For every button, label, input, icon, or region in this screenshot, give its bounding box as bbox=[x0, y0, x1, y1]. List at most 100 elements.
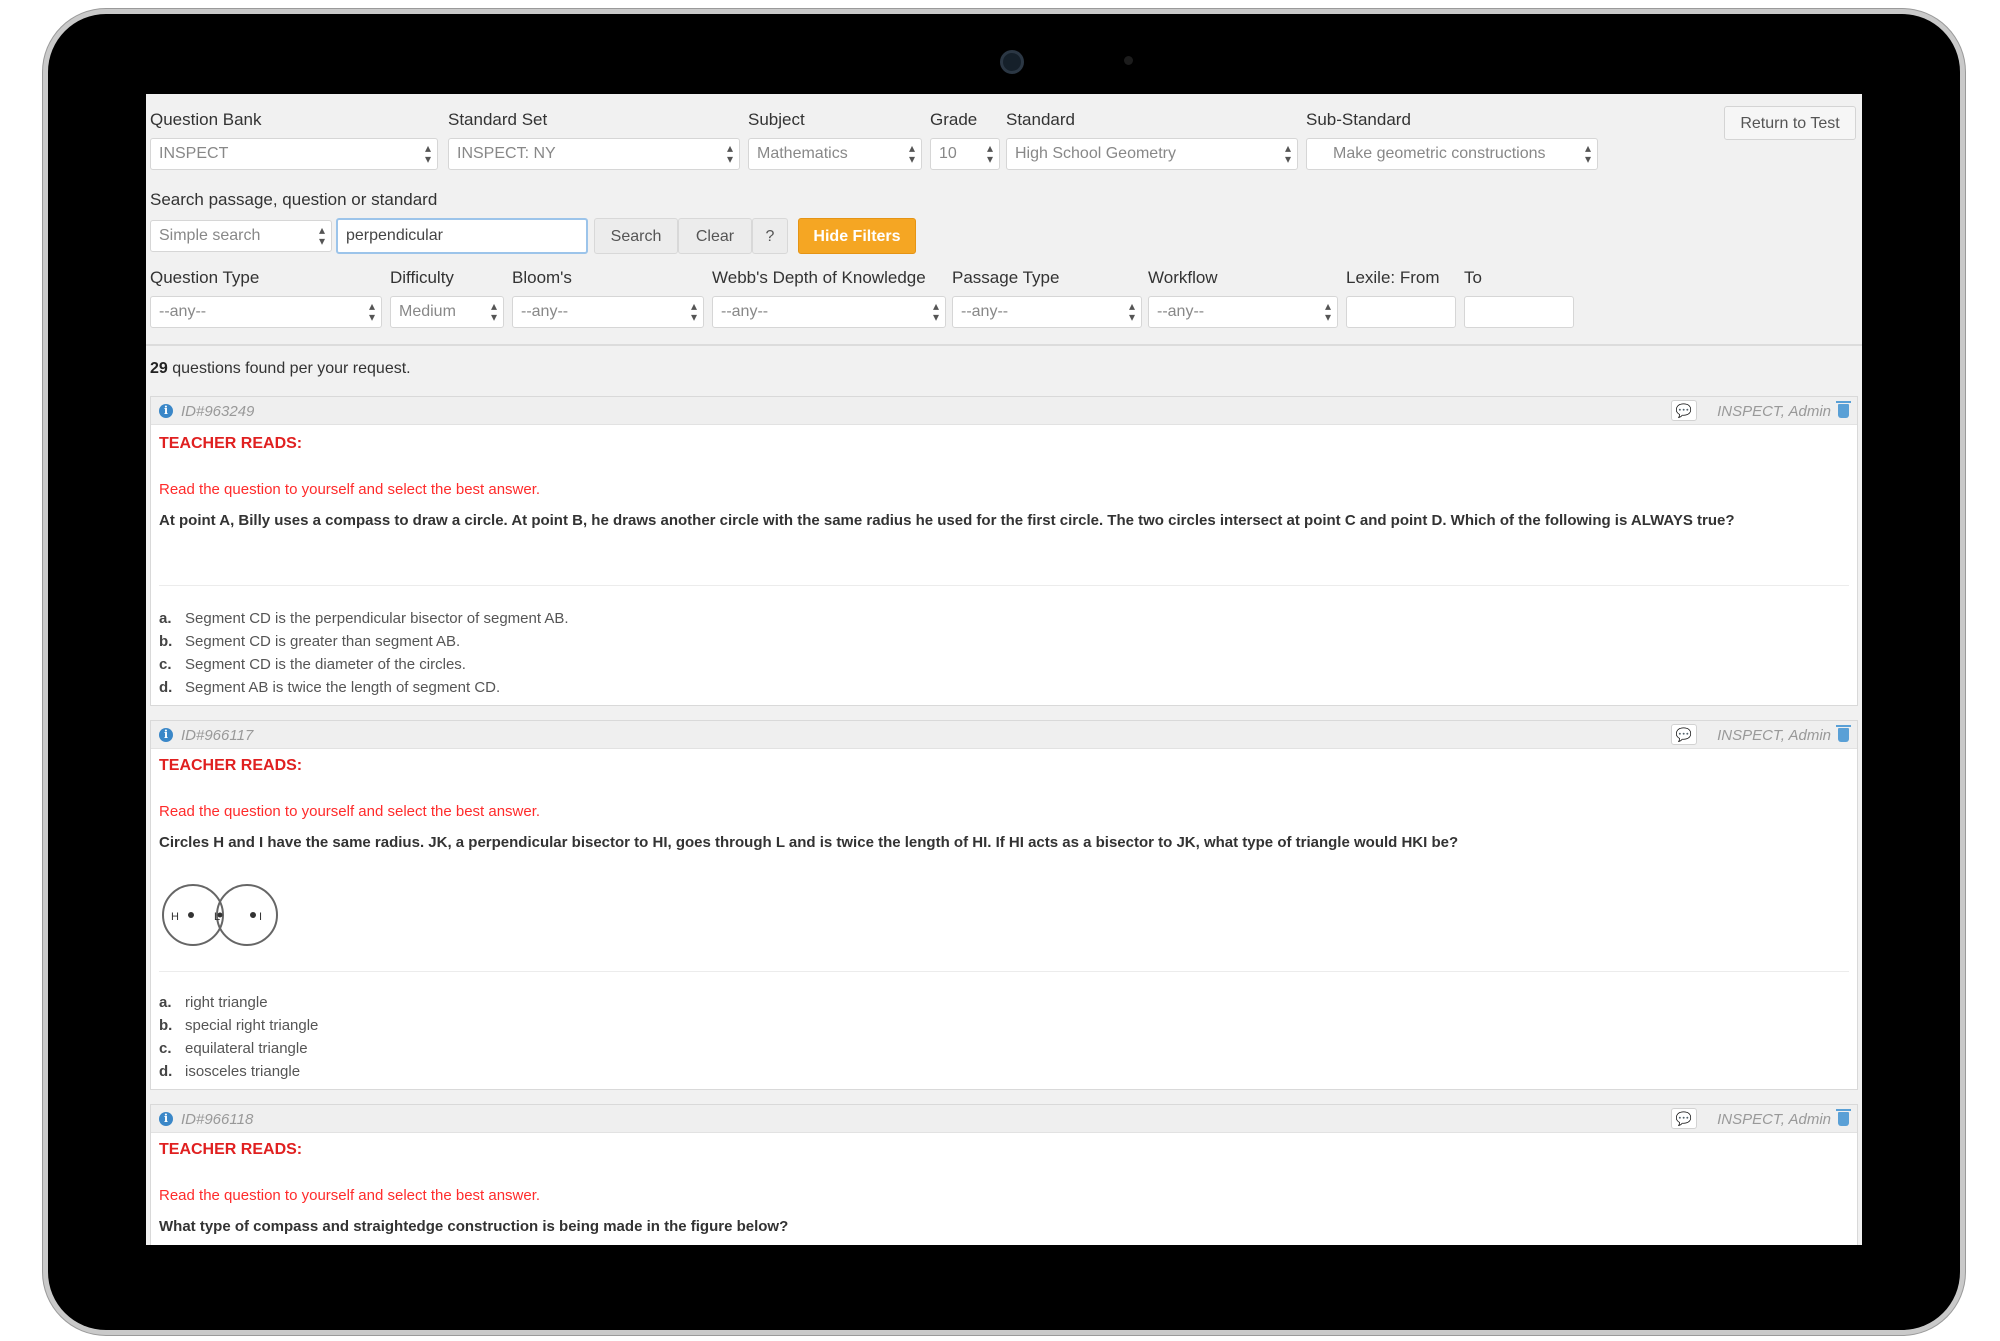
choice-text: right triangle bbox=[185, 994, 268, 1011]
select-arrow-icon: ▴ ▾ bbox=[368, 299, 375, 324]
answer-choice[interactable]: b. Segment CD is greater than segment AB. bbox=[159, 630, 569, 653]
comment-icon[interactable]: 💬 bbox=[1671, 724, 1697, 745]
question-type-label: Question Type bbox=[150, 268, 260, 287]
search-label: Search passage, question or standard bbox=[150, 190, 438, 209]
comment-icon[interactable]: 💬 bbox=[1671, 400, 1697, 421]
select-arrow-icon: ▴ ▾ bbox=[424, 141, 431, 166]
return-to-test-button[interactable]: Return to Test bbox=[1724, 106, 1856, 140]
question-bank-value: INSPECT bbox=[159, 145, 229, 162]
select-arrow-icon: ▴ ▾ bbox=[986, 141, 993, 166]
sensor-dot bbox=[1124, 56, 1133, 65]
results-count-number: 29 bbox=[150, 360, 168, 377]
choice-letter: b. bbox=[159, 633, 173, 650]
grade-value: 10 bbox=[939, 145, 957, 162]
standard-set-label: Standard Set bbox=[448, 110, 548, 129]
grade-select[interactable]: 10 ▴ ▾ bbox=[930, 138, 1000, 170]
help-button[interactable]: ? bbox=[752, 218, 788, 254]
choice-text: Segment CD is greater than segment AB. bbox=[185, 633, 461, 650]
difficulty-select[interactable]: Medium ▴ ▾ bbox=[390, 296, 504, 328]
blooms-label: Bloom's bbox=[512, 268, 572, 287]
blooms-value: --any-- bbox=[521, 303, 569, 320]
standard-label: Standard bbox=[1006, 110, 1075, 129]
select-arrow-icon: ▴ ▾ bbox=[1284, 141, 1291, 166]
answer-choice[interactable]: d. Segment AB is twice the length of segm… bbox=[159, 676, 569, 699]
choices-separator bbox=[159, 585, 1849, 586]
choice-text: special right triangle bbox=[185, 1017, 319, 1034]
workflow-select[interactable]: --any-- ▴ ▾ bbox=[1148, 296, 1338, 328]
question-author: INSPECT, Admin bbox=[1717, 727, 1831, 744]
answer-choice[interactable]: c. Segment CD is the diameter of the circ… bbox=[159, 653, 569, 676]
grade-label: Grade bbox=[930, 110, 978, 129]
question-id[interactable]: ID#963249 bbox=[181, 403, 254, 420]
camera-icon bbox=[1000, 50, 1024, 74]
results-count-text: questions found per your request. bbox=[167, 360, 411, 377]
webbs-label: Webb's Depth of Knowledge bbox=[712, 268, 926, 287]
lexile-to-input[interactable] bbox=[1464, 296, 1574, 328]
question-bank-label: Question Bank bbox=[150, 110, 262, 129]
select-arrow-icon: ▴ ▾ bbox=[1324, 299, 1331, 324]
hide-filters-button[interactable]: Hide Filters bbox=[798, 218, 916, 254]
difficulty-value: Medium bbox=[399, 303, 456, 320]
results-count: 29 questions found per your request. bbox=[150, 360, 411, 378]
choice-text: Segment AB is twice the length of segmen… bbox=[185, 679, 501, 696]
question-type-value: --any-- bbox=[159, 303, 207, 320]
question-card-header: i ID#966118 💬 INSPECT, Admin bbox=[151, 1105, 1857, 1133]
trash-icon[interactable] bbox=[1836, 1109, 1851, 1126]
answer-choice[interactable]: a. Segment CD is the perpendicular bisect… bbox=[159, 607, 569, 630]
search-mode-value: Simple search bbox=[159, 227, 261, 244]
workflow-label: Workflow bbox=[1148, 268, 1218, 287]
passage-type-select[interactable]: --any-- ▴ ▾ bbox=[952, 296, 1142, 328]
question-card: i ID#966118 💬 INSPECT, Admin TEACHER REA… bbox=[150, 1104, 1858, 1245]
info-icon[interactable]: i bbox=[159, 728, 173, 742]
select-arrow-icon: ▴ ▾ bbox=[318, 223, 325, 248]
question-type-select[interactable]: --any-- ▴ ▾ bbox=[150, 296, 382, 328]
info-icon[interactable]: i bbox=[159, 1112, 173, 1126]
answer-choice[interactable]: c. equilateral triangle bbox=[159, 1037, 318, 1060]
question-stem: At point A, Billy uses a compass to draw… bbox=[159, 512, 1735, 529]
info-icon[interactable]: i bbox=[159, 404, 173, 418]
question-instruction: Read the question to yourself and select… bbox=[159, 803, 541, 820]
select-arrow-icon: ▴ ▾ bbox=[690, 299, 697, 324]
standard-value: High School Geometry bbox=[1015, 145, 1176, 162]
webbs-select[interactable]: --any-- ▴ ▾ bbox=[712, 296, 946, 328]
lexile-from-input[interactable] bbox=[1346, 296, 1456, 328]
sub-standard-value: Make geometric constructions bbox=[1333, 145, 1546, 162]
question-stem: Circles H and I have the same radius. JK… bbox=[159, 834, 1459, 851]
passage-type-value: --any-- bbox=[961, 303, 1009, 320]
choice-text: Segment CD is the perpendicular bisector… bbox=[185, 610, 569, 627]
question-id[interactable]: ID#966118 bbox=[181, 1111, 253, 1128]
answer-choice[interactable]: d. isosceles triangle bbox=[159, 1060, 318, 1083]
question-card: i ID#963249 💬 INSPECT, Admin TEACHER REA… bbox=[150, 396, 1858, 706]
choice-letter: a. bbox=[159, 610, 172, 627]
answer-choice[interactable]: b. special right triangle bbox=[159, 1014, 318, 1037]
search-mode-select[interactable]: Simple search ▴ ▾ bbox=[150, 220, 332, 252]
question-card-header: i ID#966117 💬 INSPECT, Admin bbox=[151, 721, 1857, 749]
answer-choices: a. right triangle b. special right triangl… bbox=[159, 991, 318, 1083]
sub-standard-select[interactable]: Make geometric constructions ▴ ▾ bbox=[1306, 138, 1598, 170]
standard-set-select[interactable]: INSPECT: NY ▴ ▾ bbox=[448, 138, 740, 170]
trash-icon[interactable] bbox=[1836, 725, 1851, 742]
question-card-header: i ID#963249 💬 INSPECT, Admin bbox=[151, 397, 1857, 425]
search-button[interactable]: Search bbox=[594, 218, 678, 254]
two-circles-figure: H L I bbox=[162, 884, 278, 946]
standard-select[interactable]: High School Geometry ▴ ▾ bbox=[1006, 138, 1298, 170]
trash-icon[interactable] bbox=[1836, 401, 1851, 418]
choice-letter: d. bbox=[159, 679, 173, 696]
select-arrow-icon: ▴ ▾ bbox=[1128, 299, 1135, 324]
blooms-select[interactable]: --any-- ▴ ▾ bbox=[512, 296, 704, 328]
question-bank-select[interactable]: INSPECT ▴ ▾ bbox=[150, 138, 438, 170]
select-arrow-icon: ▴ ▾ bbox=[490, 299, 497, 324]
choice-letter: c. bbox=[159, 656, 172, 673]
app-screen: Question Bank INSPECT ▴ ▾ Standard Set IN… bbox=[146, 94, 1862, 1245]
clear-button[interactable]: Clear bbox=[678, 218, 752, 254]
question-author: INSPECT, Admin bbox=[1717, 403, 1831, 420]
subject-select[interactable]: Mathematics ▴ ▾ bbox=[748, 138, 922, 170]
answer-choice[interactable]: a. right triangle bbox=[159, 991, 318, 1014]
webbs-value: --any-- bbox=[721, 303, 769, 320]
search-input[interactable] bbox=[336, 218, 588, 254]
comment-icon[interactable]: 💬 bbox=[1671, 1108, 1697, 1129]
difficulty-label: Difficulty bbox=[390, 268, 454, 287]
question-id[interactable]: ID#966117 bbox=[181, 727, 253, 744]
sub-standard-label: Sub-Standard bbox=[1306, 110, 1411, 129]
point-i-label: I bbox=[259, 911, 262, 923]
